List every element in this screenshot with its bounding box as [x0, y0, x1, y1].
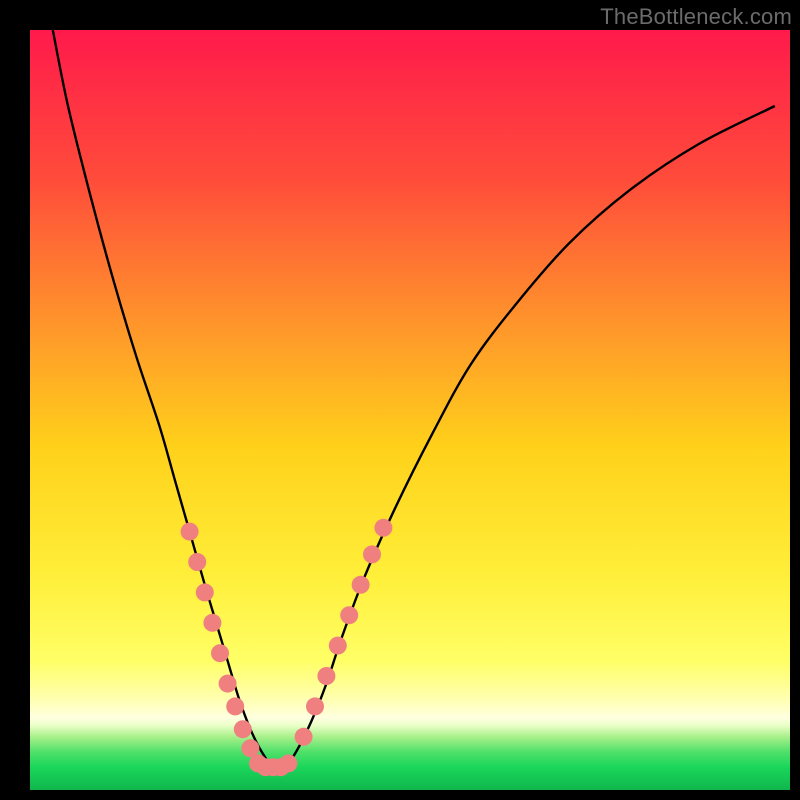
highlight-dot	[196, 583, 214, 601]
bottleneck-curve	[53, 30, 775, 769]
highlight-dot	[374, 519, 392, 537]
curve-layer	[30, 30, 790, 790]
chart-frame: TheBottleneck.com	[0, 0, 800, 800]
highlight-dot	[211, 644, 229, 662]
highlight-dot	[295, 728, 313, 746]
highlight-dot	[329, 637, 347, 655]
watermark-label: TheBottleneck.com	[600, 4, 792, 30]
highlight-dot	[279, 754, 297, 772]
highlight-dot	[340, 606, 358, 624]
highlight-dot	[234, 720, 252, 738]
highlight-dot	[219, 675, 237, 693]
highlight-dot	[188, 553, 206, 571]
highlight-dot	[306, 697, 324, 715]
plot-area	[30, 30, 790, 790]
highlight-dot	[203, 614, 221, 632]
highlight-dots	[181, 519, 393, 776]
highlight-dot	[317, 667, 335, 685]
highlight-dot	[181, 523, 199, 541]
highlight-dot	[363, 545, 381, 563]
highlight-dot	[226, 697, 244, 715]
highlight-dot	[352, 576, 370, 594]
